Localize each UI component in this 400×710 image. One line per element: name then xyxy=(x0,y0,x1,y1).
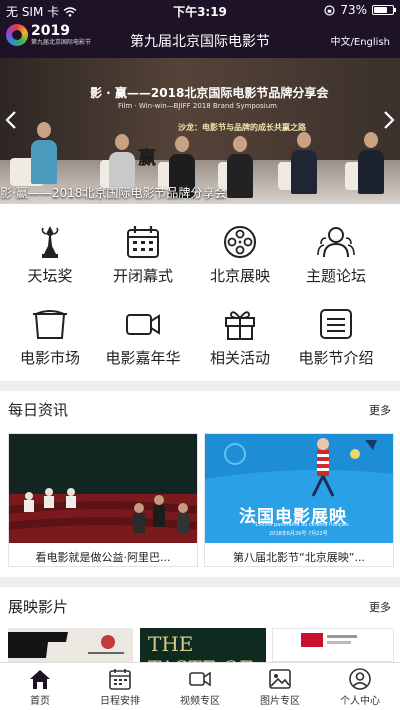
battery-percent: 73% xyxy=(340,3,367,17)
film-poster-art xyxy=(273,629,393,661)
film-poster[interactable]: THE TASTE OF xyxy=(140,628,266,662)
bottom-tab-bar: 首页 日程安排 视频专区 图片专区 个人中心 xyxy=(0,662,400,710)
chevron-left-icon[interactable] xyxy=(4,110,18,130)
tab-label: 个人中心 xyxy=(340,696,380,707)
image-icon xyxy=(269,669,291,689)
tab-video[interactable]: 视频专区 xyxy=(160,663,240,710)
banner-carousel[interactable]: 影 · 赢——2018北京国际电影节品牌分享会 Film · Win-win—B… xyxy=(0,58,400,204)
rotation-lock-icon xyxy=(324,4,335,16)
films-more-link[interactable]: 更多 xyxy=(369,599,391,615)
screen-icon xyxy=(33,310,67,339)
film-poster[interactable] xyxy=(8,628,133,662)
user-icon xyxy=(349,668,371,690)
films-section-header: 展映影片 更多 xyxy=(0,590,400,620)
menu-item-opening-closing[interactable]: 开闭幕式 xyxy=(93,214,193,294)
menu-item-label: 电影节介绍 xyxy=(298,349,374,367)
cinema-scene-image xyxy=(9,434,197,543)
banner-title: 影 · 赢——2018北京国际电影节品牌分享会 xyxy=(90,86,329,100)
calendar-icon xyxy=(127,226,159,258)
language-switch[interactable]: 中文/English xyxy=(331,33,390,48)
tab-label: 视频专区 xyxy=(180,696,220,707)
tab-profile[interactable]: 个人中心 xyxy=(320,663,400,710)
panelist xyxy=(30,122,58,184)
news-section-title: 每日资讯 xyxy=(8,401,69,419)
menu-item-label: 电影嘉年华 xyxy=(105,349,181,367)
menu-item-theme-forum[interactable]: 主题论坛 xyxy=(286,214,386,294)
people-icon xyxy=(317,227,355,258)
poster-subtitle: 15ème panorama du cinéma français xyxy=(255,522,349,528)
films-section-title: 展映影片 xyxy=(8,598,69,616)
banner-caption: 影·赢——2018北京国际电影节品牌分享会 xyxy=(0,186,227,200)
banner-speaker-line: 沙龙：电影节与品牌的成长共赢之路 xyxy=(178,123,306,132)
menu-item-label: 北京展映 xyxy=(209,267,270,285)
menu-item-label: 主题论坛 xyxy=(305,267,366,285)
tab-label: 图片专区 xyxy=(260,696,300,707)
tab-images[interactable]: 图片专区 xyxy=(240,663,320,710)
poster-date: 2018年6月26号-7月22号 xyxy=(269,531,328,537)
section-divider xyxy=(0,577,400,587)
menu-item-label: 开闭幕式 xyxy=(112,267,173,285)
status-right: 73% xyxy=(324,3,396,17)
news-more-link[interactable]: 更多 xyxy=(369,402,391,418)
news-caption: 看电影就是做公益·阿里巴... xyxy=(35,551,171,564)
menu-item-festival-intro[interactable]: 电影节介绍 xyxy=(286,296,386,376)
film-poster-title: THE TASTE OF xyxy=(148,632,253,662)
schedule-icon xyxy=(109,669,131,690)
status-bar: 无 SIM 卡 下午3:19 73% xyxy=(0,0,400,20)
news-card[interactable]: 看电影就是做公益·阿里巴... xyxy=(8,433,198,567)
news-caption: 第八届北影节“北京展映”... xyxy=(233,551,365,564)
film-reel-icon xyxy=(224,226,256,258)
battery-icon xyxy=(372,5,396,15)
panelist xyxy=(226,136,254,198)
menu-item-label: 相关活动 xyxy=(209,349,270,367)
tab-schedule[interactable]: 日程安排 xyxy=(80,663,160,710)
home-icon xyxy=(30,670,50,689)
trophy-icon xyxy=(41,226,59,258)
news-card[interactable]: 法国电影展映 15ème panorama du cinéma français… xyxy=(204,433,394,567)
tab-label: 日程安排 xyxy=(100,696,140,707)
gift-icon xyxy=(225,311,255,340)
menu-item-carnival[interactable]: 电影嘉年华 xyxy=(93,296,193,376)
banner-subtitle: Film · Win-win—BJIFF 2018 Brand Symposiu… xyxy=(118,102,277,110)
tab-home[interactable]: 首页 xyxy=(0,663,80,710)
menu-item-related-events[interactable]: 相关活动 xyxy=(190,296,290,376)
banner-brush-text: 赢 xyxy=(138,148,156,169)
film-poster-art xyxy=(8,628,133,662)
app-header: 2019 第九届北京国际电影节 第九届北京国际电影节 中文/English xyxy=(0,20,400,58)
panelist xyxy=(290,132,318,194)
menu-item-beijing-screening[interactable]: 北京展映 xyxy=(190,214,290,294)
menu-item-label: 电影市场 xyxy=(19,349,80,367)
menu-item-film-market[interactable]: 电影市场 xyxy=(0,296,100,376)
camera-icon xyxy=(126,314,160,335)
menu-grid: 天坛奖 开闭幕式 北京展映 主题论坛 电影市场 电影嘉年华 相关活动 电影节介绍 xyxy=(0,214,400,374)
news-section-header: 每日资讯 更多 xyxy=(0,393,400,423)
film-poster[interactable] xyxy=(272,628,394,662)
news-image: 法国电影展映 15ème panorama du cinéma français… xyxy=(205,434,393,543)
video-icon xyxy=(189,671,211,687)
tab-label: 首页 xyxy=(30,696,50,707)
section-divider xyxy=(0,381,400,391)
document-icon xyxy=(320,309,352,339)
banner-backdrop xyxy=(0,58,400,170)
chevron-right-icon[interactable] xyxy=(382,110,396,130)
menu-item-tiantan-award[interactable]: 天坛奖 xyxy=(0,214,100,294)
panelist xyxy=(357,132,385,194)
news-image xyxy=(9,434,197,543)
menu-item-label: 天坛奖 xyxy=(27,267,73,285)
